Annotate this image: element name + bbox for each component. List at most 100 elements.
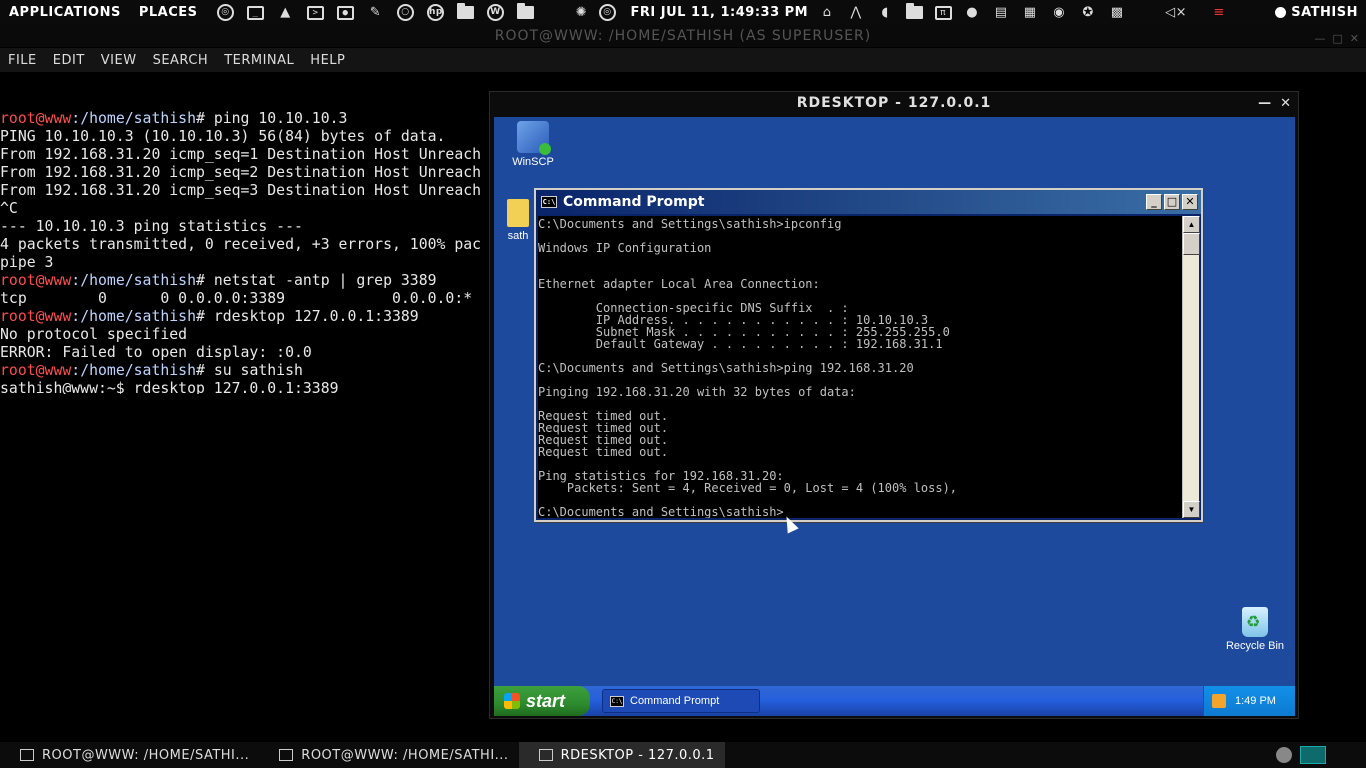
terminal-line: From 192.168.31.20 icmp_seq=3 Destinatio… xyxy=(0,182,488,200)
menu-edit[interactable]: EDIT xyxy=(45,53,93,68)
tools-icon[interactable]: ✎ xyxy=(362,3,388,23)
chrome-icon[interactable]: ◎ xyxy=(212,3,238,23)
terminal-line: ERROR: Failed to open display: :0.0 xyxy=(0,344,488,362)
user-menu[interactable]: SATHISH xyxy=(1275,5,1366,20)
maximize-button[interactable]: □ xyxy=(1164,194,1180,210)
cmd-line: C:\Documents and Settings\sathish>_ xyxy=(538,505,791,518)
close-icon[interactable]: ✕ xyxy=(1280,93,1292,115)
cmd-output[interactable]: C:\Documents and Settings\sathish>ipconf… xyxy=(538,216,1182,518)
close-icon[interactable]: ✕ xyxy=(1350,28,1360,50)
folder-icon[interactable] xyxy=(901,3,927,23)
search-icon[interactable]: ○ xyxy=(392,3,418,23)
prompt-path: :/home/sathish xyxy=(71,110,196,127)
pi-icon[interactable]: π xyxy=(930,3,956,23)
xp-taskbar: start C:\ Command Prompt 1:49 PM xyxy=(494,686,1295,716)
cmd-line: Default Gateway . . . . . . . . . : 192.… xyxy=(538,337,943,351)
menu-file[interactable]: FILE xyxy=(0,53,45,68)
clock[interactable]: FRI JUL 11, 1:49:33 PM xyxy=(630,5,808,20)
command-prompt-window[interactable]: C:\ Command Prompt _ □ ✕ C:\Documents an… xyxy=(534,188,1203,522)
terminal-line-text: --- 10.10.10.3 ping statistics --- xyxy=(0,218,303,235)
network-icon[interactable]: ≡ xyxy=(1206,3,1232,23)
desktop-icon-folder[interactable]: sath xyxy=(498,199,538,242)
terminal-output[interactable]: root@www:/home/sathish# ping 10.10.10.3 P… xyxy=(0,74,488,394)
rdesktop-window-controls: — ✕ xyxy=(1258,93,1292,115)
terminal-line: --- 10.10.10.3 ping statistics --- xyxy=(0,218,488,236)
terminal-line: root@www:/home/sathish# su sathish xyxy=(0,362,488,380)
tray-icon[interactable] xyxy=(1212,694,1226,708)
terminal-icon[interactable]: > xyxy=(302,3,328,23)
taskbar-item-rdesktop[interactable]: RDESKTOP - 127.0.0.1 xyxy=(518,742,725,768)
terminal-line-text: No protocol specified xyxy=(0,326,188,343)
task-label: ROOT@WWW: /HOME/SATHI... xyxy=(301,747,509,763)
folder-icon[interactable] xyxy=(512,3,538,23)
scroll-thumb[interactable] xyxy=(1183,233,1200,255)
window-icon xyxy=(538,749,553,761)
hp-icon[interactable]: hp xyxy=(422,3,448,23)
wordpress-icon[interactable]: W xyxy=(482,3,508,23)
terminal-line: PING 10.10.10.3 (10.10.10.3) 56(84) byte… xyxy=(0,128,488,146)
chat-icon[interactable]: ● xyxy=(959,3,985,23)
terminal-line: No protocol specified xyxy=(0,326,488,344)
desktop-icon-label: Recycle Bin xyxy=(1225,640,1285,652)
terminal-icon[interactable]: _ xyxy=(242,3,268,23)
terminal-line-text: # rdesktop 127.0.0.1:3389 xyxy=(196,308,419,325)
workspace-switcher[interactable] xyxy=(1300,746,1326,764)
folder-icon xyxy=(507,199,529,227)
folder-icon[interactable] xyxy=(452,3,478,23)
taskbar-item-command-prompt[interactable]: C:\ Command Prompt xyxy=(602,689,760,713)
start-button[interactable]: start xyxy=(494,686,590,716)
minimize-button[interactable]: _ xyxy=(1146,194,1162,210)
places-menu[interactable]: PLACES xyxy=(130,5,207,20)
cmd-scrollbar[interactable]: ▲ ▼ xyxy=(1182,216,1200,518)
terminal-line: ^C xyxy=(0,200,488,218)
taskbar-item-terminal-2[interactable]: ROOT@WWW: /HOME/SATHI... xyxy=(259,742,518,768)
terminal-line: From 192.168.31.20 icmp_seq=1 Destinatio… xyxy=(0,146,488,164)
volume-icon[interactable]: ◁× xyxy=(1163,3,1189,23)
minimize-icon[interactable]: — xyxy=(1314,28,1326,50)
menu-view[interactable]: VIEW xyxy=(93,53,145,68)
home-icon[interactable]: ⌂ xyxy=(814,3,840,23)
desktop-icon-label: WinSCP xyxy=(512,156,554,168)
prompt-user: root@www xyxy=(0,272,72,289)
close-button[interactable]: ✕ xyxy=(1182,194,1198,210)
onion-icon[interactable]: ◖ xyxy=(872,3,898,23)
terminal-line: root@www:/home/sathish# netstat -antp | … xyxy=(0,272,488,290)
task-label: ROOT@WWW: /HOME/SATHI... xyxy=(42,747,250,763)
xp-clock[interactable]: 1:49 PM xyxy=(1235,695,1276,707)
taskbar-item-label: Command Prompt xyxy=(630,695,720,707)
menu-help[interactable]: HELP xyxy=(302,53,353,68)
rdesktop-title-bar[interactable]: RDESKTOP - 127.0.0.1 — ✕ xyxy=(490,92,1298,116)
desktop-icon-recycle-bin[interactable]: Recycle Bin xyxy=(1220,607,1290,652)
taskbar-item-terminal-1[interactable]: ROOT@WWW: /HOME/SATHI... xyxy=(0,742,259,768)
rdesktop-window[interactable]: RDESKTOP - 127.0.0.1 — ✕ WinSCP sath Rec… xyxy=(489,91,1299,719)
terminal-title-bar[interactable]: ROOT@WWW: /HOME/SATHISH (AS SUPERUSER) —… xyxy=(0,25,1366,47)
trash-icon[interactable] xyxy=(1276,747,1292,763)
calculator-icon[interactable]: ▦ xyxy=(1017,3,1043,23)
applications-menu[interactable]: APPLICATIONS xyxy=(0,5,130,20)
settings-icon[interactable]: ✪ xyxy=(1075,3,1101,23)
maximize-icon[interactable]: □ xyxy=(1332,28,1343,50)
chrome-icon[interactable]: ◎ xyxy=(594,3,620,23)
package-icon[interactable]: ▩ xyxy=(1104,3,1130,23)
triangle-icon[interactable]: ▲ xyxy=(272,3,298,23)
terminal-title: ROOT@WWW: /HOME/SATHISH (AS SUPERUSER) xyxy=(494,28,872,44)
prompt-path: :/home/sathish xyxy=(71,362,196,379)
menu-search[interactable]: SEARCH xyxy=(145,53,217,68)
cmd-line: Windows IP Configuration xyxy=(538,241,712,255)
leaf-icon[interactable]: ⋀ xyxy=(843,3,869,23)
terminal-line-text: From 192.168.31.20 icmp_seq=3 Destinatio… xyxy=(0,182,482,199)
game-icon[interactable]: ◉ xyxy=(1046,3,1072,23)
scroll-down-icon[interactable]: ▼ xyxy=(1183,501,1200,518)
terminal-line: tcp 0 0 0.0.0.0:3389 0.0.0.0:* xyxy=(0,290,488,308)
cmd-title-bar[interactable]: C:\ Command Prompt _ □ ✕ xyxy=(536,190,1201,214)
weather-icon[interactable]: ✺ xyxy=(568,3,594,23)
remote-desktop[interactable]: WinSCP sath Recycle Bin C:\ Command Prom… xyxy=(494,117,1295,716)
printer-icon[interactable]: ▤ xyxy=(988,3,1014,23)
minimize-icon[interactable]: — xyxy=(1258,93,1272,115)
desktop-icon-winscp[interactable]: WinSCP xyxy=(498,121,568,168)
camera-icon[interactable]: ● xyxy=(332,3,358,23)
menu-terminal[interactable]: TERMINAL xyxy=(216,53,302,68)
terminal-menubar: FILE EDIT VIEW SEARCH TERMINAL HELP xyxy=(0,48,1366,72)
scroll-up-icon[interactable]: ▲ xyxy=(1183,216,1200,233)
cmd-line: Ethernet adapter Local Area Connection: xyxy=(538,277,820,291)
